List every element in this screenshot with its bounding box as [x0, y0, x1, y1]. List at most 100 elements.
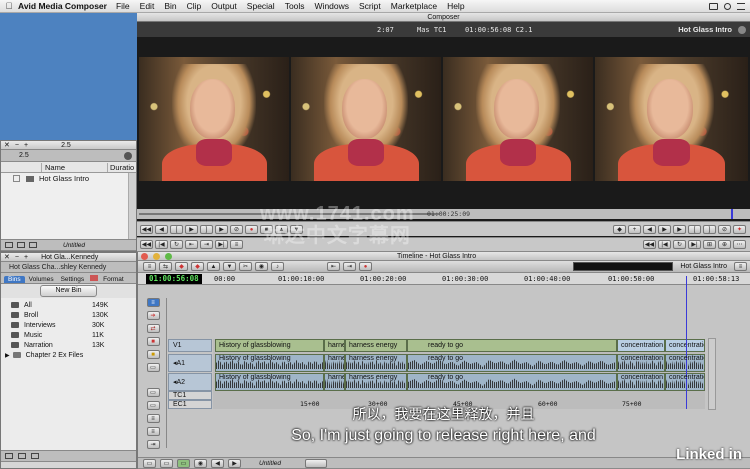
brief-view-icon[interactable] [5, 242, 13, 248]
bin-view-label[interactable]: Untitled [63, 242, 85, 249]
timecode-ruler[interactable]: 01:00:56:08 00:00 01:00:10:00 01:00:20:0… [138, 273, 750, 285]
ripple-trim-button[interactable]: ■ [146, 350, 160, 359]
menu-file[interactable]: File [116, 1, 130, 11]
timeline-footer-button[interactable]: ▭ [160, 458, 173, 468]
video-clip[interactable]: History of glassblowing [215, 339, 324, 352]
record-frame-1[interactable] [443, 57, 593, 181]
video-clip[interactable]: concentration [617, 339, 665, 352]
timeline-footer-button[interactable]: ▶ [228, 458, 241, 468]
overwrite-trim-button[interactable]: ■ [146, 337, 160, 346]
tab-settings[interactable]: Settings [58, 276, 88, 283]
record-frame-2[interactable] [595, 57, 748, 181]
record-previous-button[interactable]: |◀ [658, 240, 671, 249]
bin-item-all[interactable]: All 149K [1, 300, 136, 310]
go-to-in-button[interactable]: ◀ [643, 224, 656, 234]
frame-view-icon[interactable] [17, 242, 25, 248]
menu-bin[interactable]: Bin [164, 1, 176, 11]
minimize-icon[interactable]: − [15, 142, 19, 149]
mark-in-button[interactable]: [ [170, 224, 183, 234]
project-zoom-icon[interactable]: + [24, 254, 28, 261]
audio-clip[interactable]: ready to go [407, 354, 617, 372]
loop-button[interactable]: ↻ [170, 240, 183, 249]
bin-folder-chapter2[interactable]: ▶ Chapter 2 Ex Files [1, 350, 136, 360]
effect-mode-button[interactable]: ⇥ [343, 262, 356, 271]
bin-item-narration[interactable]: Narration 13K [1, 340, 136, 350]
timeline-tab[interactable]: Hot Glass Intro [680, 263, 727, 270]
menu-help[interactable]: Help [447, 1, 464, 11]
record-clear-button[interactable]: ⊘ [718, 224, 731, 234]
bin-item-music[interactable]: Music 11K [1, 330, 136, 340]
audio-clip[interactable]: History of glassblowing [215, 373, 324, 391]
project-close-icon[interactable]: ✕ [4, 253, 10, 261]
segment-button[interactable]: ◆ [191, 262, 204, 271]
source-frame-1[interactable] [139, 57, 289, 181]
clear-marks-button[interactable]: ⊘ [230, 224, 243, 234]
lift-overwrite-button[interactable]: ◆ [175, 262, 188, 271]
trim-button[interactable]: ⇤ [185, 240, 198, 249]
step-forward-button[interactable]: ▶ [215, 224, 228, 234]
step-back-10-button[interactable]: ◀◀ [140, 240, 153, 249]
tab-format[interactable]: Format [101, 276, 126, 283]
timecode-display[interactable]: 01:00:56:08 C2.1 [465, 26, 575, 34]
audio-clip[interactable]: concentration [617, 354, 665, 372]
position-bar[interactable]: 01:00:25:09 [137, 209, 750, 219]
mark-out-button[interactable]: ] [200, 224, 213, 234]
timeline-playhead[interactable] [686, 276, 687, 409]
match-frame-button[interactable]: ◆ [613, 224, 626, 234]
track-select-button[interactable]: ⇆ [159, 262, 172, 271]
record-loop-button[interactable]: ↻ [673, 240, 686, 249]
track-header-a2[interactable]: ◂A2 [168, 373, 212, 391]
timeline-zoom-icon[interactable] [165, 252, 172, 260]
bin-item-broll[interactable]: Broll 130K [1, 310, 136, 320]
splice-button[interactable]: ● [245, 224, 258, 234]
record-play-button[interactable]: ▶ [658, 224, 671, 234]
track-header-tc1[interactable]: TC1 [168, 391, 212, 400]
go-to-next-button[interactable]: ▶| [215, 240, 228, 249]
bin-tab[interactable]: 2.5 [19, 152, 29, 159]
disclosure-triangle-icon[interactable]: ▶ [5, 352, 10, 359]
timeline-close-icon[interactable] [141, 252, 148, 260]
play-button[interactable]: ▶ [185, 224, 198, 234]
zoom-icon[interactable]: + [24, 142, 28, 149]
menu-marketplace[interactable]: Marketplace [391, 1, 437, 11]
extract-splice-button[interactable]: ⇄ [146, 324, 160, 333]
close-icon[interactable]: ✕ [4, 141, 10, 149]
menu-script[interactable]: Script [359, 1, 381, 11]
rewind-button[interactable]: ◀◀ [140, 224, 153, 234]
quad-split-button[interactable]: ⊞ [703, 240, 716, 249]
timeline-settings-button[interactable]: ≡ [734, 262, 747, 271]
audio-clip[interactable]: harness energy [345, 354, 407, 372]
timeline-footer-button[interactable]: ◀ [211, 458, 224, 468]
tab-format-icon[interactable] [90, 275, 99, 281]
menu-output[interactable]: Output [211, 1, 237, 11]
new-bin-button[interactable]: New Bin [40, 285, 97, 297]
record-next-button[interactable]: ▶| [688, 240, 701, 249]
add-edit-button[interactable]: + [628, 224, 641, 234]
app-name[interactable]: Avid Media Composer [18, 1, 107, 11]
audio-monitor-button[interactable]: ♪ [271, 262, 284, 271]
video-clip[interactable]: concentratio [665, 339, 705, 352]
timeline-timecode[interactable]: 01:00:56:08 [146, 274, 202, 284]
audio-clip[interactable]: concentratio [665, 354, 705, 372]
timeline-zoom-button[interactable] [305, 458, 328, 468]
mark-clip-button[interactable]: ⇥ [200, 240, 213, 249]
audio-clip[interactable]: harness energy [345, 373, 407, 391]
menu-edit[interactable]: Edit [140, 1, 155, 11]
video-clip[interactable]: harness energy [345, 339, 407, 352]
menu-tools[interactable]: Tools [285, 1, 305, 11]
list-icon[interactable] [737, 2, 745, 10]
audio-clip[interactable]: harnes [324, 373, 345, 391]
script-view-icon[interactable] [29, 242, 37, 248]
record-mark-out-button[interactable]: ] [703, 224, 716, 234]
source-frame-2[interactable] [291, 57, 441, 181]
record-options-button[interactable]: ◀◀ [643, 240, 656, 249]
bin-item-interviews[interactable]: Interviews 30K [1, 320, 136, 330]
apple-icon[interactable]:  [0, 1, 18, 11]
effects-button[interactable]: ✦ [733, 224, 746, 234]
bin-menu-icon[interactable] [124, 151, 132, 160]
record-mark-in-button[interactable]: [ [688, 224, 701, 234]
splice-in-button[interactable]: ▲ [207, 262, 220, 271]
tab-bins[interactable]: Bins [4, 276, 25, 283]
track-display[interactable]: Mas TC1 [417, 26, 465, 34]
menu-clip[interactable]: Clip [187, 1, 202, 11]
